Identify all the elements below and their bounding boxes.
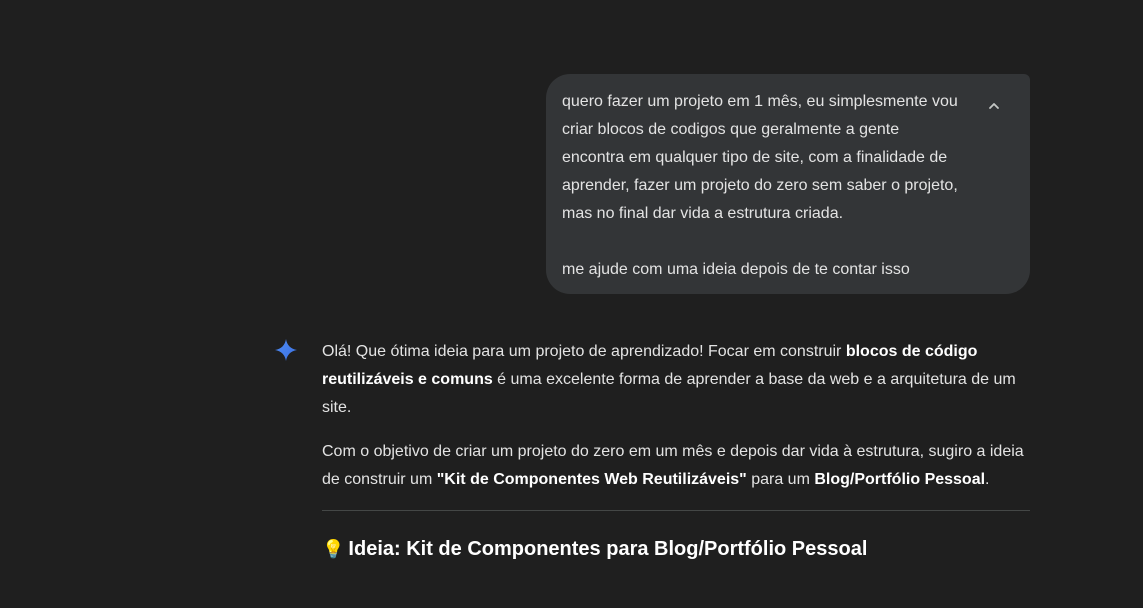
response-paragraph-2: Com o objetivo de criar um projeto do ze… — [322, 443, 1024, 488]
collapse-message-button[interactable] — [982, 94, 1006, 118]
lightbulb-icon: 💡 — [322, 539, 345, 559]
user-message-bubble: quero fazer um projeto em 1 mês, eu simp… — [546, 74, 1030, 294]
model-response: Olá! Que ótima ideia para um projeto de … — [322, 338, 1030, 563]
sparkle-icon — [275, 339, 297, 361]
divider — [322, 510, 1030, 511]
section-heading-text: Ideia: Kit de Componentes para Blog/Port… — [348, 538, 868, 560]
chat-page: quero fazer um projeto em 1 mês, eu simp… — [0, 0, 1143, 608]
chevron-up-icon — [989, 103, 999, 109]
user-message-text: quero fazer um projeto em 1 mês, eu simp… — [562, 93, 958, 278]
section-heading: 💡 Ideia: Kit de Componentes para Blog/Po… — [322, 535, 1030, 563]
response-paragraph-1: Olá! Que ótima ideia para um projeto de … — [322, 343, 1016, 416]
